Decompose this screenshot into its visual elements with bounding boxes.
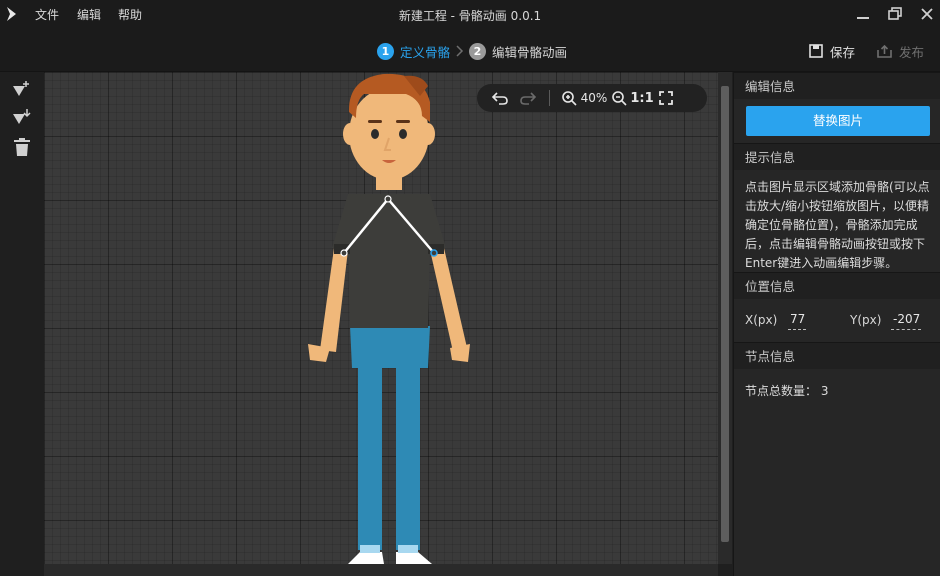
x-label: X(px) xyxy=(745,313,778,327)
node-count-row: 节点总数量： 3 xyxy=(745,382,828,399)
menu-file[interactable]: 文件 xyxy=(35,6,59,23)
left-toolbar xyxy=(0,72,44,576)
zoom-out-icon xyxy=(612,91,627,106)
chevron-right-icon xyxy=(456,45,464,57)
save-icon xyxy=(809,44,823,58)
step-number: 1 xyxy=(377,42,394,60)
zoom-in-button[interactable] xyxy=(560,90,578,106)
minimize-icon xyxy=(857,17,869,19)
actual-size-button[interactable]: 1:1 xyxy=(628,91,656,106)
node-info-header: 节点信息 xyxy=(734,342,940,369)
add-bone-button[interactable] xyxy=(11,78,33,100)
node-count-value: 3 xyxy=(820,384,829,398)
save-label: 保存 xyxy=(830,44,856,60)
step-label: 编辑骨骼动画 xyxy=(492,44,568,60)
image-canvas[interactable] xyxy=(44,72,718,564)
replace-image-button[interactable]: 替换图片 xyxy=(746,106,930,136)
zoom-out-button[interactable] xyxy=(610,90,628,106)
step-define-bones[interactable]: 1 定义骨骼 xyxy=(377,42,450,60)
y-label: Y(px) xyxy=(850,313,882,327)
toolbar-divider xyxy=(549,90,550,106)
undo-icon xyxy=(491,92,508,105)
hint-text: 点击图片显示区域添加骨骼(可以点击放大/缩小按钮缩放图片，以便精确定位骨骼位置)… xyxy=(745,180,930,270)
y-input[interactable]: -207 xyxy=(891,312,921,330)
hint-header: 提示信息 xyxy=(734,143,940,170)
minimize-button[interactable] xyxy=(850,3,876,25)
scrollbar-thumb[interactable] xyxy=(721,86,729,542)
edit-info-header: 编辑信息 xyxy=(734,72,940,99)
menu-edit[interactable]: 编辑 xyxy=(77,6,101,23)
publish-label: 发布 xyxy=(899,44,925,60)
vertical-scrollbar[interactable] xyxy=(718,72,732,564)
position-header: 位置信息 xyxy=(734,272,940,299)
step-label: 定义骨骼 xyxy=(400,44,451,60)
menu-help[interactable]: 帮助 xyxy=(118,6,142,23)
character-image[interactable] xyxy=(304,72,484,564)
add-bone-icon xyxy=(13,81,29,96)
publish-icon xyxy=(877,44,892,58)
fullscreen-button[interactable] xyxy=(656,91,676,105)
save-button[interactable]: 保存 xyxy=(809,42,855,60)
fullscreen-icon xyxy=(659,91,673,105)
zoom-toolbar: 40% 1:1 xyxy=(477,84,707,112)
step-number: 2 xyxy=(469,42,486,60)
step-edit-animation[interactable]: 2 编辑骨骼动画 xyxy=(469,42,567,60)
node-count-label: 节点总数量： xyxy=(745,384,818,398)
app-logo-icon xyxy=(7,7,16,21)
title-bar: 文件 编辑 帮助 新建工程 - 骨骼动画 0.0.1 xyxy=(0,0,940,30)
redo-button[interactable] xyxy=(515,90,541,106)
undo-button[interactable] xyxy=(489,90,511,106)
restore-button[interactable] xyxy=(882,3,908,25)
publish-button[interactable]: 发布 xyxy=(877,42,924,60)
step-bar: 1 定义骨骼 2 编辑骨骼动画 保存 发布 xyxy=(0,30,940,72)
zoom-level: 40% xyxy=(580,91,608,105)
delete-icon xyxy=(14,138,30,156)
import-bone-icon xyxy=(13,109,31,124)
import-bone-button[interactable] xyxy=(11,106,33,128)
x-input[interactable]: 77 xyxy=(788,312,806,330)
zoom-in-icon xyxy=(562,91,577,106)
properties-panel: 编辑信息 替换图片 提示信息 点击图片显示区域添加骨骼(可以点击放大/缩小按钮缩… xyxy=(733,72,940,576)
close-icon xyxy=(921,8,933,20)
close-button[interactable] xyxy=(914,3,940,25)
delete-button[interactable] xyxy=(11,136,33,158)
horizontal-scrollbar[interactable] xyxy=(44,564,718,576)
restore-icon xyxy=(888,7,902,20)
redo-icon xyxy=(520,92,537,105)
